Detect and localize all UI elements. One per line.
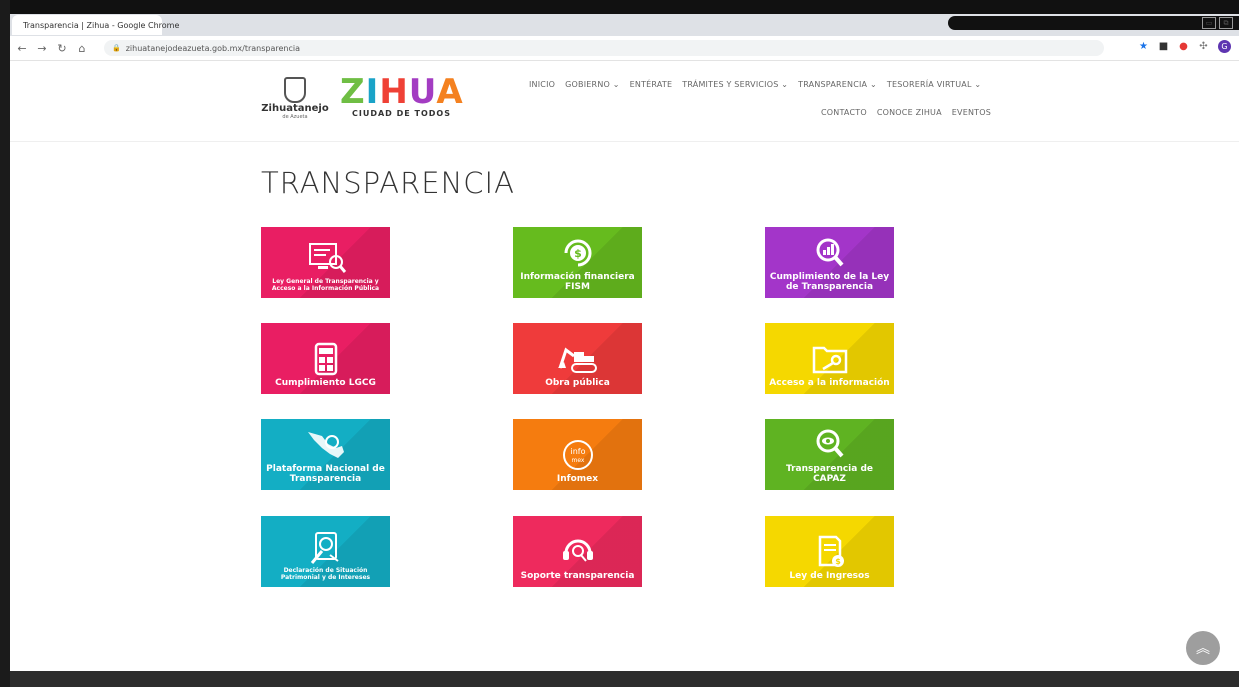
back-icon[interactable]: ← (14, 42, 30, 55)
taskbar-strip (10, 0, 1239, 14)
extensions: ★ ■ ● ✣ G (1138, 40, 1231, 53)
municipality-name: Zihuatanejo (261, 103, 329, 114)
restore-icon[interactable]: ▭ (1202, 17, 1216, 29)
primary-nav: INICIO GOBIERNO ⌄ ENTÉRATE TRÁMITES Y SERVI… (529, 80, 981, 89)
home-icon[interactable]: ⌂ (74, 42, 90, 55)
secondary-nav: CONTACTO CONOCE ZIHUA EVENTOS (821, 108, 991, 117)
tile-label: Transparencia de CAPAZ (785, 464, 874, 484)
puzzle-icon[interactable]: ✣ (1198, 41, 1209, 52)
tile-money[interactable]: $ Información financiera FISM (513, 227, 642, 298)
overlay-bar (948, 16, 1239, 30)
footer (10, 671, 1239, 687)
mexico-map-icon (304, 428, 348, 462)
nav-item-eventos[interactable]: EVENTOS (952, 108, 991, 117)
tile-label: Cumplimiento LGCG (275, 378, 376, 388)
nav-item-gobierno[interactable]: GOBIERNO ⌄ (565, 80, 619, 89)
monitor-search-icon (304, 242, 348, 276)
municipality-sub: de Azueta (282, 114, 308, 120)
nav-item-transparencia[interactable]: TRANSPARENCIA ⌄ (798, 80, 877, 89)
svg-text:$: $ (574, 247, 582, 260)
profile-avatar[interactable]: G (1218, 40, 1231, 53)
tile-monitor-search[interactable]: Ley General de Transparencia y Acceso a … (261, 227, 390, 298)
tile-label: Infomex (556, 474, 599, 484)
nav-item-enterate[interactable]: ENTÉRATE (630, 80, 673, 89)
support-icon (556, 535, 600, 569)
municipality-logo[interactable]: Zihuatanejo de Azueta (256, 77, 334, 120)
chevron-up-icon: ︽ (1196, 641, 1210, 657)
window-controls: ▭ ⧉ (1202, 17, 1233, 29)
tile-label: Soporte transparencia (520, 571, 635, 581)
zihua-letter: I (365, 72, 380, 112)
tile-calculator[interactable]: Cumplimiento LGCG (261, 323, 390, 394)
site-header: Zihuatanejo de Azueta ZIHUA CIUDAD DE TO… (10, 61, 1239, 142)
nav-item-contacto[interactable]: CONTACTO (821, 108, 867, 117)
money-icon: $ (556, 236, 600, 270)
tile-label: Ley de Ingresos (789, 571, 870, 581)
zihua-logo[interactable]: ZIHUA CIUDAD DE TODOS (340, 75, 470, 125)
infomex-icon: info mex (556, 438, 600, 472)
tile-label: Obra pública (545, 378, 610, 388)
calculator-icon (304, 342, 348, 376)
shield-icon (284, 77, 306, 103)
forward-icon[interactable]: → (34, 42, 50, 55)
browser-window: Transparencia | Zihua - Google Chrome ▭ … (10, 0, 1239, 687)
tile-excavator[interactable]: Obra pública (513, 323, 642, 394)
nav-item-tesoreria-virtual[interactable]: TESORERÍA VIRTUAL ⌄ (887, 80, 981, 89)
chart-search-icon (808, 236, 852, 270)
tile-eye-search[interactable]: Transparencia de CAPAZ (765, 419, 894, 490)
tile-label: Cumplimiento de la Ley de Transparencia (769, 272, 890, 292)
reload-icon[interactable]: ↻ (54, 42, 70, 55)
tile-chart-search[interactable]: Cumplimiento de la Ley de Transparencia (765, 227, 894, 298)
svg-text:$: $ (835, 557, 841, 566)
zihua-letter: Z (340, 72, 366, 112)
scroll-top-button[interactable]: ︽ (1186, 631, 1220, 665)
nav-item-conoce-zihua[interactable]: CONOCE ZIHUA (877, 108, 942, 117)
browser-tab[interactable]: Transparencia | Zihua - Google Chrome (12, 15, 179, 35)
excavator-icon (556, 342, 600, 376)
url-input[interactable]: 🔒 zihuatanejodeazueta.gob.mx/transparenc… (104, 40, 1104, 56)
tile-infomex[interactable]: info mex Infomex (513, 419, 642, 490)
eye-search-icon (808, 428, 852, 462)
tile-label: Plataforma Nacional de Transparencia (266, 464, 385, 484)
document-search-icon (304, 531, 348, 565)
tile-label: Información financiera FISM (520, 272, 635, 292)
zihua-letter: U (408, 72, 437, 112)
tile-document-money[interactable]: $ Ley de Ingresos (765, 516, 894, 587)
url-text: zihuatanejodeazueta.gob.mx/transparencia (125, 43, 300, 53)
nav-item-tramites-y-servicios[interactable]: TRÁMITES Y SERVICIOS ⌄ (682, 80, 788, 89)
tile-label: Ley General de Transparencia y Acceso a … (271, 278, 380, 292)
star-icon[interactable]: ★ (1138, 41, 1149, 52)
tile-label: Acceso a la información (769, 378, 890, 388)
tile-label: Declaración de Situación Patrimonial y d… (280, 567, 371, 581)
tab-title: Transparencia | Zihua - Google Chrome (23, 20, 180, 30)
svg-text:mex: mex (571, 457, 584, 464)
tile-document-search[interactable]: Declaración de Situación Patrimonial y d… (261, 516, 390, 587)
document-money-icon: $ (808, 535, 852, 569)
zihua-wordmark: ZIHUA (340, 75, 470, 109)
window-extra-icon[interactable]: ⧉ (1219, 17, 1233, 29)
nav-item-inicio[interactable]: INICIO (529, 80, 555, 89)
tile-mexico-map[interactable]: Plataforma Nacional de Transparencia (261, 419, 390, 490)
zihua-letter: A (436, 72, 464, 112)
svg-text:info: info (570, 447, 585, 456)
lock-icon: 🔒 (112, 44, 121, 52)
browser-titlebar: Transparencia | Zihua - Google Chrome ▭ … (10, 14, 1239, 36)
opera-icon[interactable]: ● (1178, 41, 1189, 52)
tile-support[interactable]: Soporte transparencia (513, 516, 642, 587)
zihua-letter: H (379, 72, 409, 112)
folder-key-icon (808, 342, 852, 376)
address-bar: ← → ↻ ⌂ 🔒 zihuatanejodeazueta.gob.mx/tra… (10, 36, 1239, 61)
tile-folder-key[interactable]: Acceso a la información (765, 323, 894, 394)
page-title: TRANSPARENCIA (261, 166, 515, 200)
extension-icon[interactable]: ■ (1158, 41, 1169, 52)
